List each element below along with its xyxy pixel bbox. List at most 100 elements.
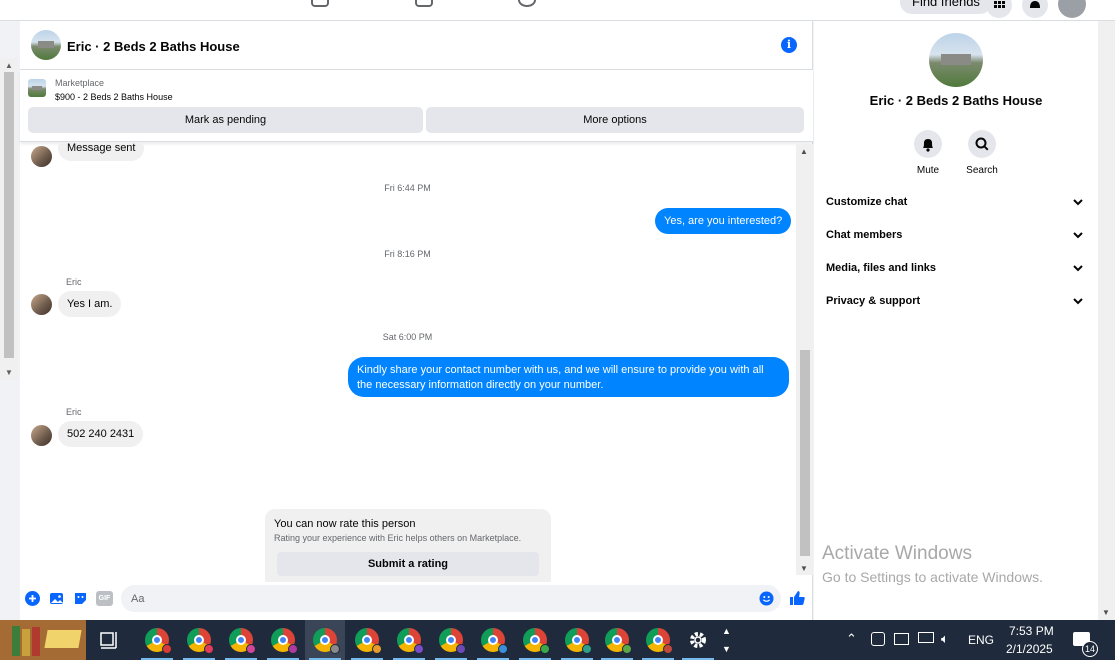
chrome-app-icon[interactable] bbox=[179, 620, 219, 660]
incoming-message: 502 240 2431 bbox=[58, 421, 144, 447]
show-hidden-icons-chevron-icon[interactable]: ⌃ bbox=[846, 631, 857, 647]
mark-as-pending-button[interactable]: Mark as pending bbox=[28, 107, 423, 133]
chat-panel: Eric · 2 Beds 2 Baths House i Marketplac… bbox=[20, 21, 813, 620]
chat-header: Eric · 2 Beds 2 Baths House i bbox=[20, 21, 813, 70]
marketplace-item-title[interactable]: $900 - 2 Beds 2 Baths House bbox=[55, 92, 173, 102]
marketplace-listing-bar: Marketplace $900 - 2 Beds 2 Baths House … bbox=[20, 70, 813, 142]
start-button-library-icon[interactable] bbox=[0, 620, 86, 660]
scroll-down-arrow-icon[interactable]: ▼ bbox=[1102, 608, 1110, 617]
message-timestamp: Sat 6:00 PM bbox=[382, 332, 433, 342]
plus-icon[interactable] bbox=[25, 591, 40, 606]
task-view-icon[interactable] bbox=[90, 620, 130, 660]
incoming-message: Yes I am. bbox=[58, 291, 122, 317]
chrome-app-icon[interactable] bbox=[473, 620, 513, 660]
chrome-app-icon[interactable] bbox=[638, 620, 678, 660]
customize-chat-section[interactable]: Customize chat bbox=[814, 186, 1098, 219]
chrome-app-icon[interactable] bbox=[221, 620, 261, 660]
listing-profile-image[interactable] bbox=[929, 33, 983, 87]
outgoing-message: Kindly share your contact number with us… bbox=[348, 357, 789, 397]
meet-now-icon[interactable] bbox=[871, 632, 885, 646]
chrome-app-icon[interactable] bbox=[389, 620, 429, 660]
photo-icon[interactable] bbox=[49, 591, 64, 606]
chrome-app-icon[interactable] bbox=[597, 620, 637, 660]
emoji-icon[interactable] bbox=[759, 591, 774, 606]
chevron-down-icon bbox=[1073, 199, 1083, 206]
message-composer: GIF bbox=[20, 582, 813, 620]
home-icon[interactable] bbox=[311, 0, 329, 7]
rating-title: You can now rate this person bbox=[274, 518, 416, 530]
notification-count-badge: 14 bbox=[1082, 641, 1098, 657]
bell-icon[interactable] bbox=[914, 130, 942, 158]
search-button[interactable]: Search bbox=[954, 130, 1010, 176]
scroll-up-arrow-icon[interactable]: ▲ bbox=[800, 147, 808, 156]
like-thumb-icon[interactable] bbox=[788, 589, 806, 607]
scroll-up-arrow-icon[interactable]: ▲ bbox=[5, 61, 13, 70]
volume-icon[interactable]: 🔈︎ bbox=[941, 631, 949, 647]
chrome-app-icon[interactable] bbox=[305, 620, 345, 660]
section-label: Privacy & support bbox=[826, 295, 921, 307]
find-friends-button[interactable]: Find friends bbox=[900, 0, 992, 14]
search-icon[interactable] bbox=[968, 130, 996, 158]
message-timestamp: Fri 6:44 PM bbox=[384, 183, 431, 193]
sender-avatar[interactable] bbox=[31, 146, 52, 167]
top-navigation-bar: Find friends bbox=[0, 0, 1115, 21]
chrome-app-icon[interactable] bbox=[557, 620, 597, 660]
submit-rating-button[interactable]: Submit a rating bbox=[277, 552, 539, 576]
activate-windows-watermark: Activate Windows Go to Settings to activ… bbox=[822, 543, 1043, 585]
menu-grid-icon[interactable] bbox=[986, 0, 1012, 18]
section-label: Customize chat bbox=[826, 196, 908, 208]
scroll-down-arrow-icon[interactable]: ▼ bbox=[800, 564, 808, 573]
sender-name: Eric bbox=[66, 407, 82, 417]
scrollbar-thumb[interactable] bbox=[800, 350, 810, 556]
groups-icon[interactable] bbox=[518, 0, 536, 7]
chat-details-panel: Eric · 2 Beds 2 Baths House Mute Search … bbox=[814, 21, 1098, 620]
chat-title[interactable]: Eric · 2 Beds 2 Baths House bbox=[67, 39, 240, 54]
watermark-line-2: Go to Settings to activate Windows. bbox=[822, 569, 1043, 585]
clock-time[interactable]: 7:53 PM bbox=[1009, 624, 1054, 638]
message-list: Message sent Fri 6:44 PM Yes, are you in… bbox=[20, 142, 813, 582]
scrollbar-thumb[interactable] bbox=[4, 72, 14, 358]
message-scrollbar[interactable]: ▲ ▼ bbox=[796, 144, 813, 575]
media-files-links-section[interactable]: Media, files and links bbox=[814, 252, 1098, 285]
chrome-app-icon[interactable] bbox=[137, 620, 177, 660]
chrome-app-icon[interactable] bbox=[515, 620, 555, 660]
chevron-down-icon bbox=[1073, 265, 1083, 272]
notifications-bell-icon[interactable] bbox=[1022, 0, 1048, 18]
friends-icon[interactable] bbox=[415, 0, 433, 7]
windows-taskbar: ▲ ▼ ⌃ 🔈︎ ENG 7:53 PM 2/1/2025 14 bbox=[0, 620, 1115, 660]
chevron-down-icon bbox=[1073, 232, 1083, 239]
mute-button[interactable]: Mute bbox=[900, 130, 956, 176]
incoming-message: Message sent bbox=[58, 142, 145, 161]
info-icon[interactable]: i bbox=[781, 37, 797, 53]
power-icon[interactable] bbox=[894, 633, 909, 645]
account-avatar[interactable] bbox=[1058, 0, 1086, 18]
listing-small-thumbnail[interactable] bbox=[28, 79, 46, 97]
privacy-support-section[interactable]: Privacy & support bbox=[814, 285, 1098, 318]
chat-members-section[interactable]: Chat members bbox=[814, 219, 1098, 252]
more-options-button[interactable]: More options bbox=[426, 107, 804, 133]
mute-label: Mute bbox=[916, 165, 940, 176]
network-icon[interactable] bbox=[918, 632, 934, 643]
chevron-down-icon bbox=[1073, 298, 1083, 305]
sticker-icon[interactable] bbox=[73, 591, 88, 606]
scroll-down-arrow-icon[interactable]: ▼ bbox=[5, 368, 13, 377]
sender-avatar[interactable] bbox=[31, 294, 52, 315]
left-scrollbar[interactable]: ▲ ▼ bbox=[0, 58, 18, 380]
rating-card: You can now rate this person Rating your… bbox=[265, 509, 551, 582]
message-timestamp: Fri 8:16 PM bbox=[384, 249, 431, 259]
chrome-app-icon[interactable] bbox=[347, 620, 387, 660]
language-indicator[interactable]: ENG bbox=[968, 633, 994, 647]
message-input[interactable] bbox=[121, 585, 781, 612]
chrome-app-icon[interactable] bbox=[263, 620, 303, 660]
gif-icon[interactable]: GIF bbox=[96, 591, 113, 606]
rating-subtitle: Rating your experience with Eric helps o… bbox=[274, 533, 522, 543]
section-label: Media, files and links bbox=[826, 262, 937, 274]
page-scrollbar[interactable]: ▼ bbox=[1098, 21, 1115, 620]
listing-thumbnail[interactable] bbox=[31, 30, 61, 60]
chrome-app-icon[interactable] bbox=[431, 620, 471, 660]
settings-gear-icon[interactable] bbox=[678, 620, 718, 660]
taskbar-scroll-arrows-icon[interactable]: ▲ ▼ bbox=[722, 622, 731, 658]
clock-date[interactable]: 2/1/2025 bbox=[1006, 642, 1053, 656]
section-label: Chat members bbox=[826, 229, 903, 241]
sender-avatar[interactable] bbox=[31, 425, 52, 446]
